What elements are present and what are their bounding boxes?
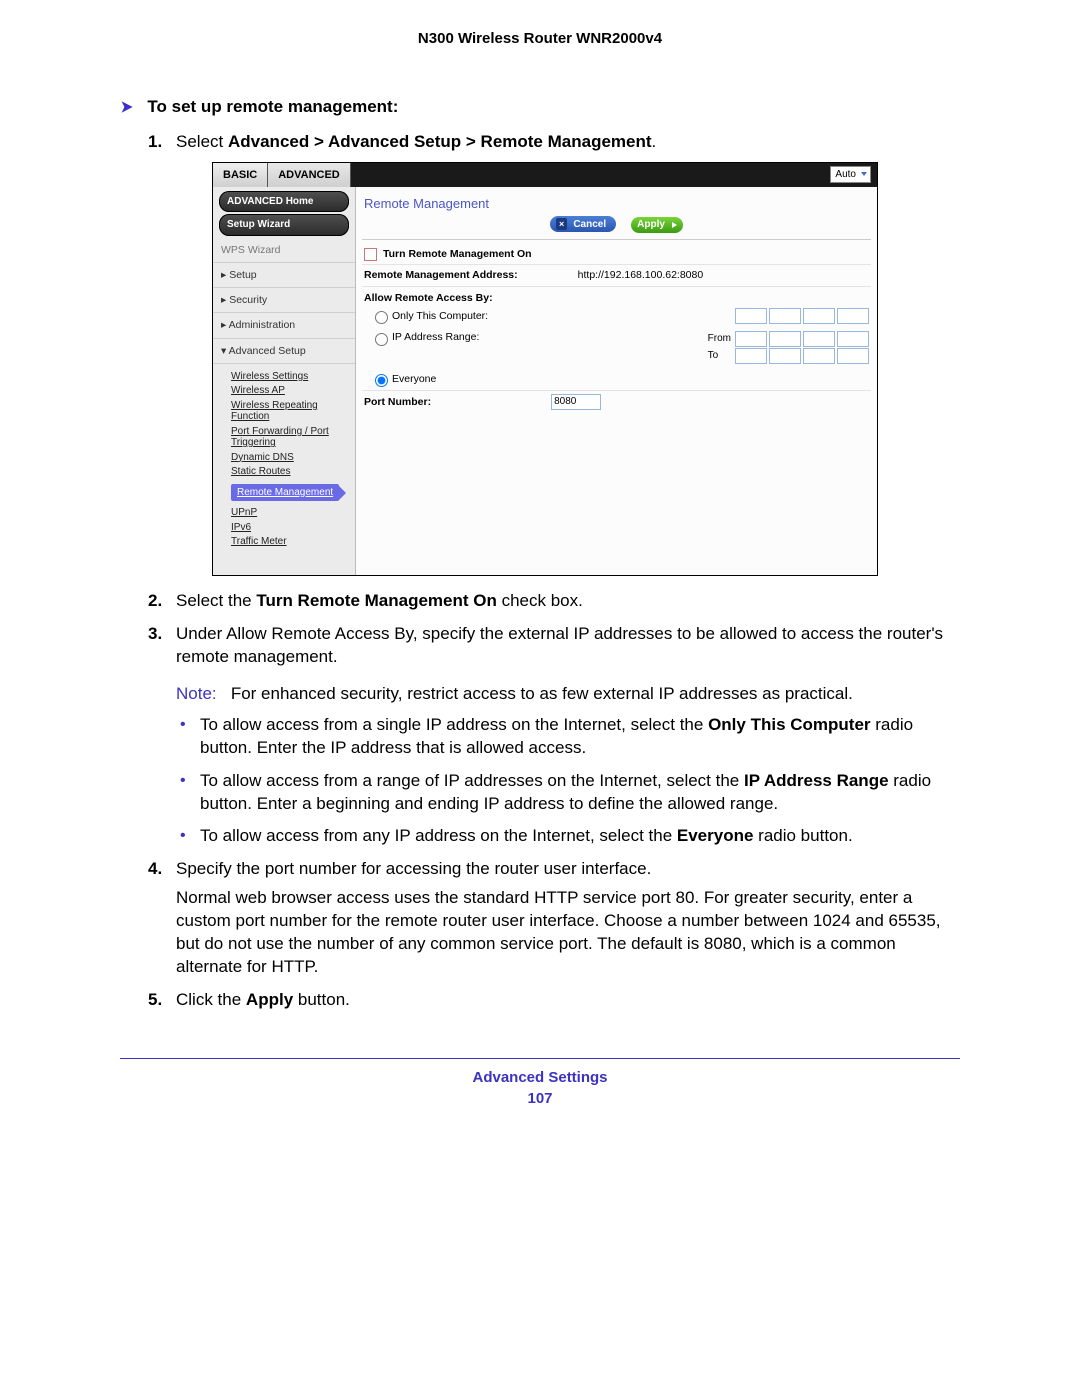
- row-turn-on: Turn Remote Management On: [362, 244, 871, 265]
- ip-octet-input[interactable]: [735, 308, 767, 324]
- ip-range-label: IP Address Range:: [392, 330, 479, 344]
- content-pane: Remote Management ×Cancel Apply Turn Rem…: [356, 187, 877, 575]
- row-ip-range: IP Address Range: From To: [362, 327, 871, 368]
- ip-octet-input[interactable]: [837, 348, 869, 364]
- sub-port-forwarding[interactable]: Port Forwarding / Port Triggering: [231, 426, 355, 449]
- step-num: 4.: [148, 858, 162, 881]
- ip-octet-input[interactable]: [735, 348, 767, 364]
- step-num: 3.: [148, 623, 162, 646]
- from-label: From: [708, 332, 731, 346]
- sub-wireless-repeating[interactable]: Wireless Repeating Function: [231, 400, 355, 423]
- content-title: Remote Management: [362, 193, 871, 215]
- tab-basic[interactable]: BASIC: [213, 163, 268, 187]
- step-2: 2. Select the Turn Remote Management On …: [120, 590, 960, 613]
- row-everyone: Everyone: [362, 368, 871, 391]
- ip-range-radio[interactable]: [375, 333, 388, 346]
- ip-octet-input[interactable]: [735, 331, 767, 347]
- turn-on-checkbox[interactable]: [364, 248, 377, 261]
- bullet-everyone: To allow access from any IP address on t…: [176, 825, 960, 848]
- only-this-radio[interactable]: [375, 311, 388, 324]
- only-this-ip-inputs: [735, 308, 869, 324]
- port-input[interactable]: [551, 394, 601, 410]
- sub-wireless-ap[interactable]: Wireless AP: [231, 385, 355, 397]
- sidebar-sublist: Wireless Settings Wireless AP Wireless R…: [213, 364, 355, 555]
- row-port: Port Number:: [362, 391, 871, 413]
- sidebar-administration[interactable]: ▸ Administration: [213, 313, 355, 338]
- apply-button[interactable]: Apply: [631, 217, 683, 233]
- sub-ipv6[interactable]: IPv6: [231, 522, 355, 534]
- bullet-only-this: To allow access from a single IP address…: [176, 714, 960, 760]
- step-4-para: Normal web browser access uses the stand…: [176, 887, 960, 979]
- port-label: Port Number:: [364, 395, 431, 409]
- footer-page: 107: [120, 1090, 960, 1107]
- doc-footer: Advanced Settings 107: [120, 1069, 960, 1107]
- sub-wireless-settings[interactable]: Wireless Settings: [231, 371, 355, 383]
- step-num: 1.: [148, 131, 162, 154]
- step-num: 5.: [148, 989, 162, 1012]
- sub-traffic-meter[interactable]: Traffic Meter: [231, 536, 355, 548]
- sub-upnp[interactable]: UPnP: [231, 507, 355, 519]
- ip-octet-input[interactable]: [837, 331, 869, 347]
- ip-octet-input[interactable]: [803, 308, 835, 324]
- ip-octet-input[interactable]: [769, 331, 801, 347]
- row-only-this: Only This Computer:: [362, 305, 871, 327]
- note-label: Note:: [176, 684, 217, 703]
- sub-dynamic-dns[interactable]: Dynamic DNS: [231, 452, 355, 464]
- to-label: To: [708, 349, 719, 363]
- sidebar-wps-wizard[interactable]: WPS Wizard: [213, 238, 355, 263]
- address-label: Remote Management Address:: [364, 268, 518, 282]
- sub-remote-management-wrap[interactable]: Remote Management: [231, 481, 355, 505]
- bullet-list: To allow access from a single IP address…: [176, 714, 960, 849]
- bullet-ip-range: To allow access from a range of IP addre…: [176, 770, 960, 816]
- row-address: Remote Management Address: http://192.16…: [362, 265, 871, 286]
- turn-on-label: Turn Remote Management On: [383, 247, 532, 261]
- step-5: 5. Click the Apply button.: [120, 989, 960, 1012]
- router-screenshot: BASIC ADVANCED Auto ADVANCED Home Setup …: [212, 162, 878, 576]
- sidebar-setup-wizard[interactable]: Setup Wizard: [219, 214, 349, 236]
- ip-octet-input[interactable]: [803, 348, 835, 364]
- tab-advanced[interactable]: ADVANCED: [268, 163, 351, 187]
- note-text: For enhanced security, restrict access t…: [231, 684, 853, 703]
- footer-section: Advanced Settings: [120, 1069, 960, 1086]
- address-value: http://192.168.100.62:8080: [578, 268, 704, 282]
- footer-rule: [120, 1058, 960, 1059]
- only-this-label: Only This Computer:: [392, 309, 488, 323]
- ip-range-inputs: From To: [708, 330, 869, 365]
- everyone-label: Everyone: [392, 372, 436, 386]
- step-3: 3. Under Allow Remote Access By, specify…: [120, 623, 960, 849]
- procedure-heading: ➤ To set up remote management:: [120, 97, 960, 117]
- allow-label: Allow Remote Access By:: [362, 287, 871, 305]
- close-icon: ×: [556, 218, 567, 230]
- procedure-heading-text: To set up remote management:: [147, 97, 398, 117]
- sidebar-setup[interactable]: ▸ Setup: [213, 263, 355, 288]
- step-1-text: Select Advanced > Advanced Setup > Remot…: [176, 132, 656, 151]
- ip-octet-input[interactable]: [803, 331, 835, 347]
- step-4: 4. Specify the port number for accessing…: [120, 858, 960, 979]
- sidebar-security[interactable]: ▸ Security: [213, 288, 355, 313]
- ip-octet-input[interactable]: [769, 348, 801, 364]
- arrow-icon: ➤: [121, 97, 133, 117]
- step-num: 2.: [148, 590, 162, 613]
- everyone-radio[interactable]: [375, 374, 388, 387]
- cancel-button[interactable]: ×Cancel: [550, 216, 616, 232]
- doc-header: N300 Wireless Router WNR2000v4: [120, 30, 960, 47]
- sub-static-routes[interactable]: Static Routes: [231, 466, 355, 478]
- sidebar-advanced-home[interactable]: ADVANCED Home: [219, 191, 349, 213]
- step-1: 1. Select Advanced > Advanced Setup > Re…: [120, 131, 960, 576]
- sidebar: ADVANCED Home Setup Wizard WPS Wizard ▸ …: [213, 187, 356, 575]
- sidebar-advanced-setup[interactable]: ▾ Advanced Setup: [213, 339, 355, 364]
- ip-octet-input[interactable]: [769, 308, 801, 324]
- sub-remote-management[interactable]: Remote Management: [231, 484, 339, 502]
- top-tabbar: BASIC ADVANCED Auto: [213, 163, 877, 187]
- button-row: ×Cancel Apply: [362, 214, 871, 240]
- ip-octet-input[interactable]: [837, 308, 869, 324]
- language-select[interactable]: Auto: [830, 166, 871, 183]
